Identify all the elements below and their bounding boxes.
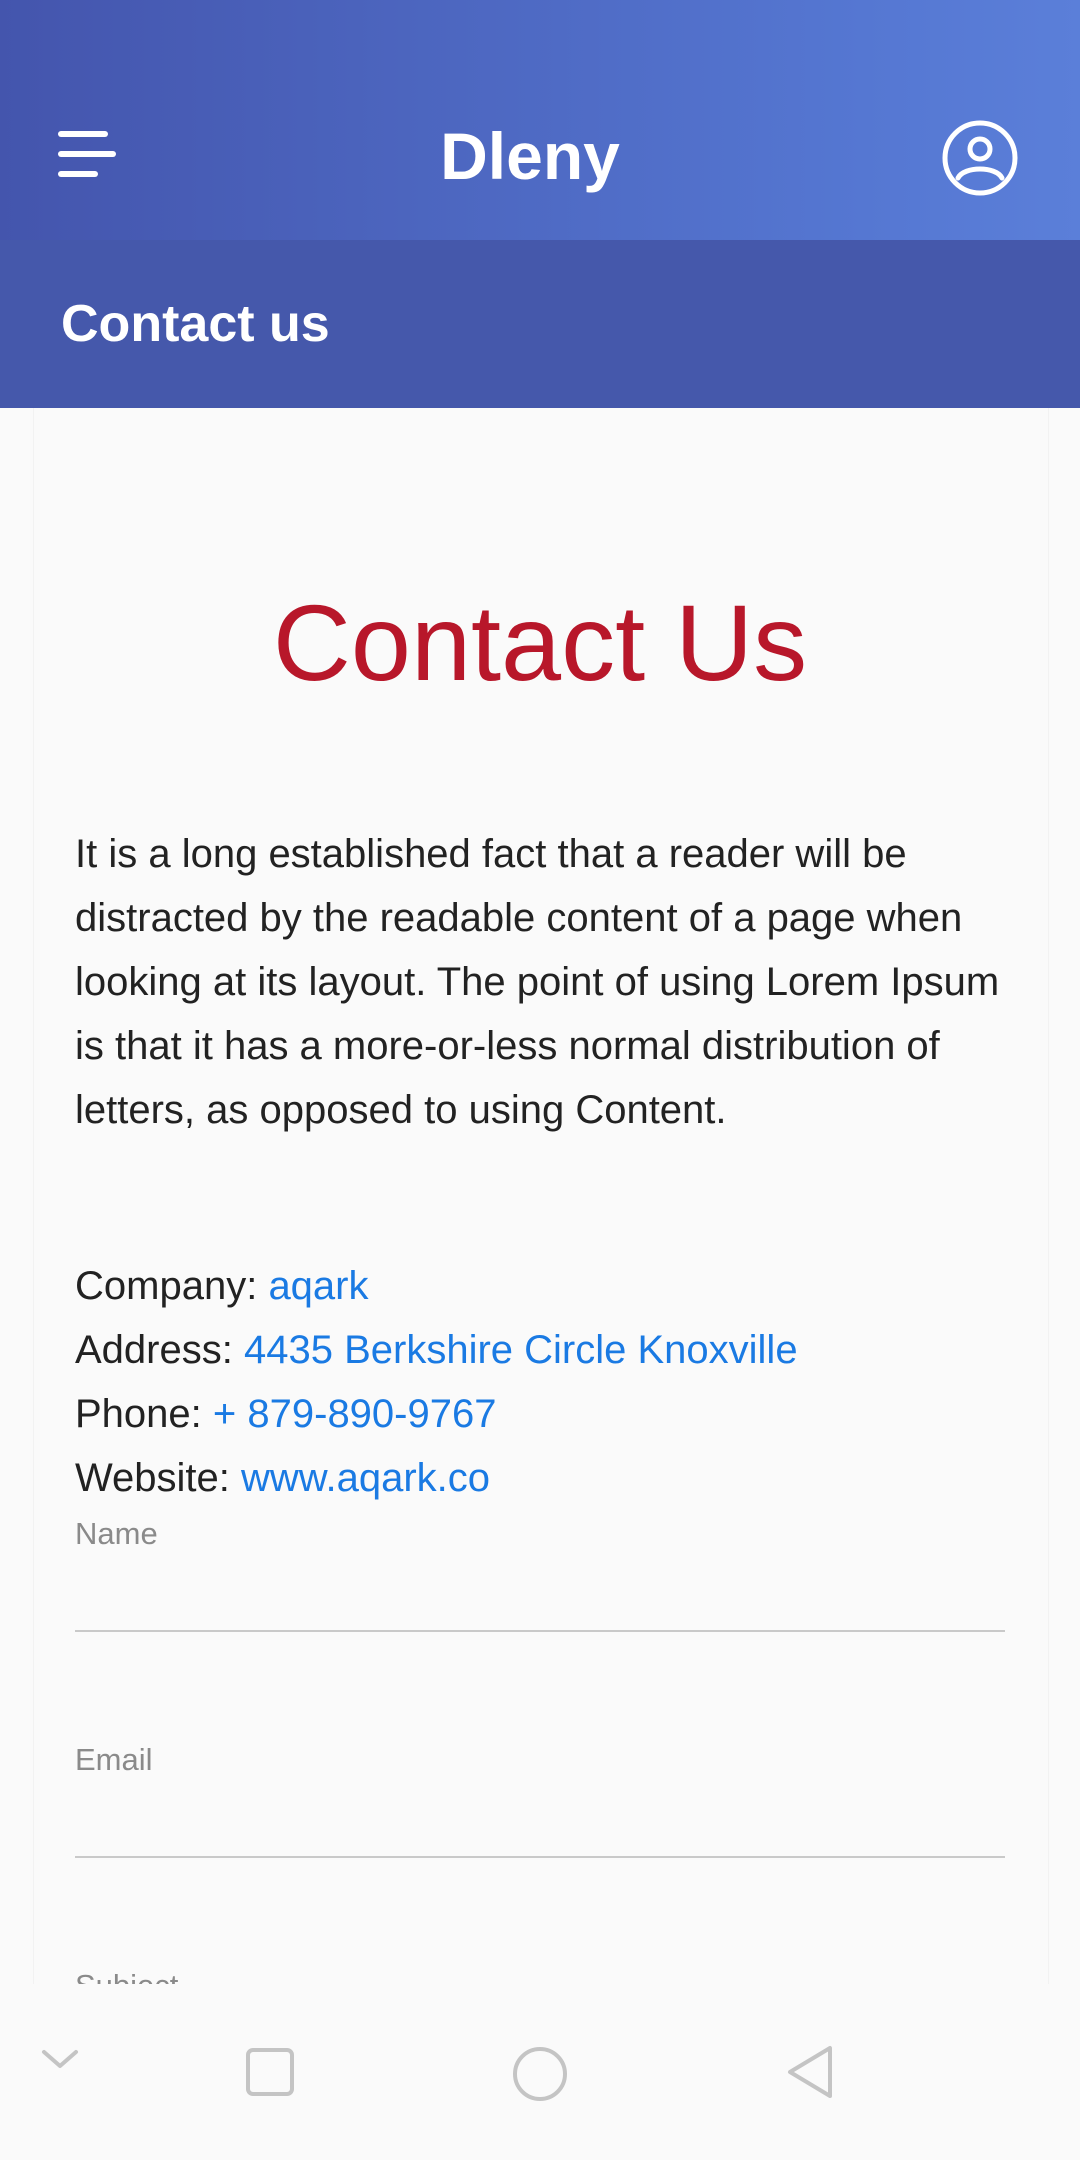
address-row: Address: 4435 Berkshire Circle Knoxville — [75, 1318, 1015, 1382]
name-input[interactable] — [75, 1564, 1005, 1632]
website-label: Website: — [75, 1456, 230, 1500]
contact-info-list: Company: aqark Address: 4435 Berkshire C… — [75, 1254, 1015, 1510]
home-circle-icon[interactable] — [510, 2044, 570, 2104]
email-field-group: Email — [75, 1740, 1005, 1860]
phone-row: Phone: + 879-890-9767 — [75, 1382, 1015, 1446]
address-link[interactable]: 4435 Berkshire Circle Knoxville — [244, 1328, 798, 1372]
main-content[interactable]: Contact Us It is a long established fact… — [0, 408, 1080, 1984]
subject-label: Subject — [75, 1966, 178, 1984]
back-triangle-icon[interactable] — [782, 2042, 838, 2102]
system-nav-bar — [0, 1984, 1080, 2160]
website-link[interactable]: www.aqark.co — [241, 1456, 490, 1500]
recent-apps-square-icon[interactable] — [244, 2046, 296, 2098]
intro-paragraph: It is a long established fact that a rea… — [75, 832, 1000, 1132]
company-label: Company: — [75, 1264, 258, 1308]
website-row: Website: www.aqark.co — [75, 1446, 1015, 1510]
name-field-group: Name — [75, 1514, 1005, 1634]
page-subheader: Contact us — [0, 240, 1080, 408]
app-title: Dleny — [440, 119, 620, 193]
address-label: Address: — [75, 1328, 233, 1372]
subject-field-group: Subject — [75, 1966, 1005, 1984]
page-title: Contact us — [61, 295, 330, 353]
email-label: Email — [75, 1742, 153, 1777]
app-header: Dleny — [0, 0, 1080, 240]
user-profile-icon[interactable] — [940, 118, 1020, 198]
email-input[interactable] — [75, 1790, 1005, 1858]
name-label: Name — [75, 1516, 158, 1551]
phone-link[interactable]: + 879-890-9767 — [213, 1392, 497, 1436]
company-link[interactable]: aqark — [268, 1264, 368, 1308]
chevron-down-icon[interactable] — [38, 2040, 82, 2076]
company-row: Company: aqark — [75, 1254, 1015, 1318]
contact-heading: Contact Us — [272, 582, 808, 703]
phone-label: Phone: — [75, 1392, 202, 1436]
